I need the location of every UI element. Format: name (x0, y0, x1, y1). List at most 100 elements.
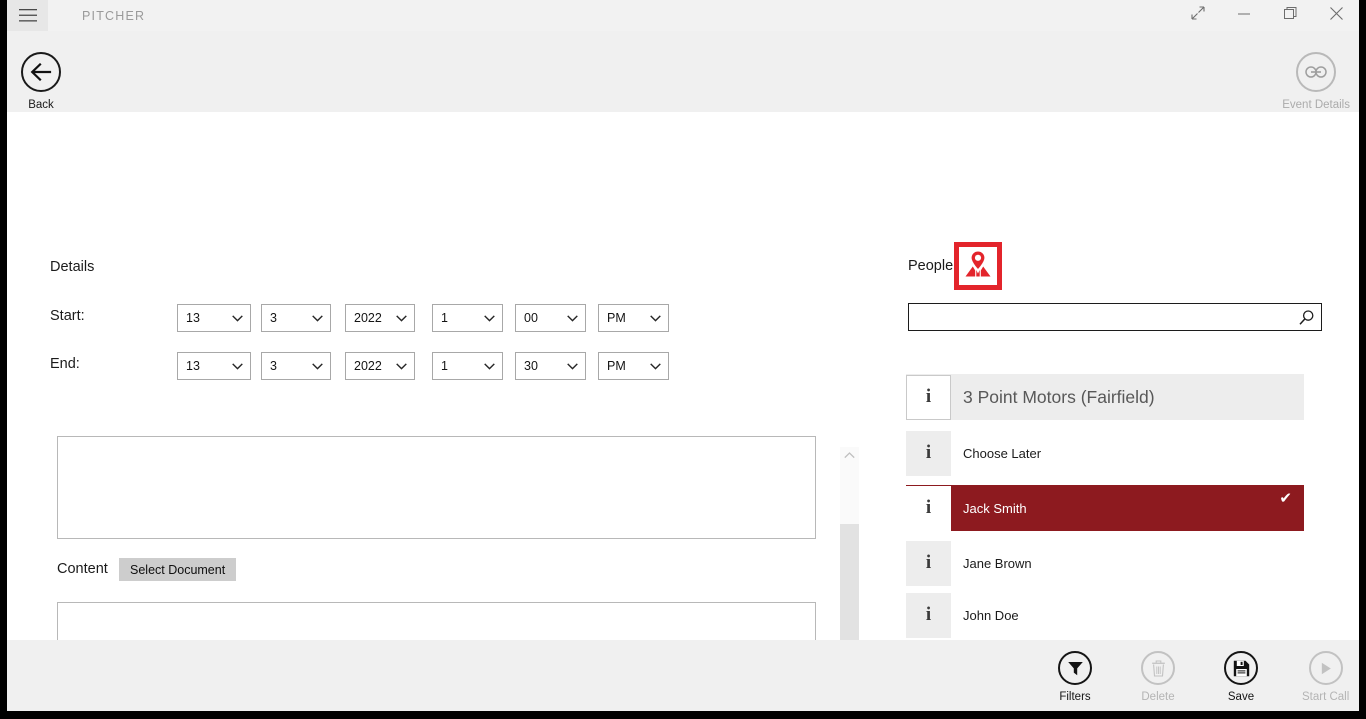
start-hour-select[interactable]: 1 (432, 304, 503, 332)
list-item-selected[interactable]: i Jack Smith ✔ (906, 485, 1304, 531)
minimize-button[interactable] (1221, 0, 1267, 31)
start-meridiem-value: PM (607, 311, 626, 325)
details-section-title: Details (50, 259, 94, 275)
app-title: PITCHER (48, 0, 145, 31)
end-minute-value: 30 (524, 359, 538, 373)
arrow-left-circle-icon (21, 52, 61, 92)
list-item[interactable]: i John Doe (906, 589, 1304, 640)
event-details-button-label: Event Details (1282, 99, 1350, 111)
minimize-icon (1238, 7, 1250, 25)
delete-button[interactable]: Delete (1141, 651, 1175, 703)
chevron-down-icon (396, 311, 407, 325)
info-icon[interactable]: i (906, 375, 951, 420)
people-search-box[interactable] (908, 303, 1322, 331)
people-map-mode-button[interactable] (954, 242, 1002, 290)
info-icon[interactable]: i (906, 431, 951, 476)
start-call-button[interactable]: Start Call (1302, 651, 1349, 703)
restore-arrow-icon (1191, 6, 1205, 25)
start-call-button-label: Start Call (1302, 691, 1349, 703)
chevron-down-icon (650, 359, 661, 373)
content-textarea[interactable] (57, 602, 816, 640)
start-year-select[interactable]: 2022 (345, 304, 415, 332)
chevron-down-icon (484, 311, 495, 325)
end-hour-select[interactable]: 1 (432, 352, 503, 380)
end-label: End: (50, 356, 80, 372)
trash-icon (1141, 651, 1175, 685)
funnel-icon (1058, 651, 1092, 685)
list-item-label: Choose Later (951, 446, 1041, 461)
chevron-down-icon (396, 359, 407, 373)
back-button[interactable]: Back (21, 52, 61, 111)
chevron-down-icon (567, 311, 578, 325)
start-minute-select[interactable]: 00 (515, 304, 586, 332)
chevron-down-icon (232, 311, 243, 325)
details-scrollbar[interactable] (840, 447, 859, 640)
list-item[interactable]: i Jane Brown (906, 537, 1304, 589)
end-minute-select[interactable]: 30 (515, 352, 586, 380)
chevron-down-icon (484, 359, 495, 373)
scroll-up-icon[interactable] (840, 447, 859, 464)
chevron-down-icon (650, 311, 661, 325)
end-day-select[interactable]: 13 (177, 352, 251, 380)
end-year-value: 2022 (354, 359, 382, 373)
close-button[interactable] (1313, 0, 1359, 31)
filters-button[interactable]: Filters (1058, 651, 1092, 703)
people-list: i 3 Point Motors (Fairfield) i Choose La… (906, 374, 1304, 640)
chevron-down-icon (312, 311, 323, 325)
floppy-disk-icon (1224, 651, 1258, 685)
application-window: PITCHER (7, 0, 1359, 711)
menu-button[interactable] (7, 0, 48, 31)
delete-button-label: Delete (1141, 691, 1174, 703)
notes-textarea[interactable] (57, 436, 816, 539)
start-day-select[interactable]: 13 (177, 304, 251, 332)
check-icon: ✔ (1279, 491, 1292, 506)
select-document-button[interactable]: Select Document (119, 558, 236, 581)
chevron-down-icon (232, 359, 243, 373)
list-item-label: Jane Brown (951, 556, 1032, 571)
start-label: Start: (50, 308, 85, 324)
end-day-value: 13 (186, 359, 200, 373)
list-item-label: 3 Point Motors (Fairfield) (951, 387, 1155, 408)
command-bar: Back Event Details (7, 31, 1359, 112)
start-month-value: 3 (270, 311, 277, 325)
end-year-select[interactable]: 2022 (345, 352, 415, 380)
end-meridiem-value: PM (607, 359, 626, 373)
map-pin-icon (963, 249, 993, 284)
maximize-icon (1284, 7, 1297, 25)
maximize-button[interactable] (1267, 0, 1313, 31)
start-meridiem-select[interactable]: PM (598, 304, 669, 332)
list-item-label: Jack Smith (951, 501, 1027, 516)
people-label: People (908, 258, 953, 274)
link-chain-icon (1296, 52, 1336, 92)
content-label: Content (57, 561, 108, 577)
filters-button-label: Filters (1059, 691, 1090, 703)
title-bar-spacer (145, 0, 1175, 31)
info-icon[interactable]: i (906, 541, 951, 586)
title-bar: PITCHER (7, 0, 1359, 31)
chevron-down-icon (312, 359, 323, 373)
start-minute-value: 00 (524, 311, 538, 325)
info-icon[interactable]: i (906, 593, 951, 638)
start-day-value: 13 (186, 311, 200, 325)
start-month-select[interactable]: 3 (261, 304, 331, 332)
list-item[interactable]: i Choose Later (906, 427, 1304, 479)
end-month-select[interactable]: 3 (261, 352, 331, 380)
info-icon[interactable]: i (906, 486, 951, 531)
people-search-input[interactable] (909, 304, 1291, 330)
end-meridiem-select[interactable]: PM (598, 352, 669, 380)
chevron-down-icon (567, 359, 578, 373)
end-hour-value: 1 (441, 359, 448, 373)
save-button-label: Save (1228, 691, 1254, 703)
main-content: Details Start: 13 3 2022 (7, 112, 1359, 640)
start-hour-value: 1 (441, 311, 448, 325)
list-item-group[interactable]: i 3 Point Motors (Fairfield) (906, 374, 1304, 420)
restore-down-button[interactable] (1175, 0, 1221, 31)
close-icon (1330, 7, 1343, 25)
hamburger-icon (19, 9, 37, 22)
save-button[interactable]: Save (1224, 651, 1258, 703)
search-icon[interactable] (1291, 309, 1321, 326)
bottom-toolbar: Filters Delete (7, 640, 1359, 711)
event-details-button[interactable]: Event Details (1282, 52, 1350, 111)
play-icon (1309, 651, 1343, 685)
scrollbar-thumb[interactable] (840, 524, 859, 640)
